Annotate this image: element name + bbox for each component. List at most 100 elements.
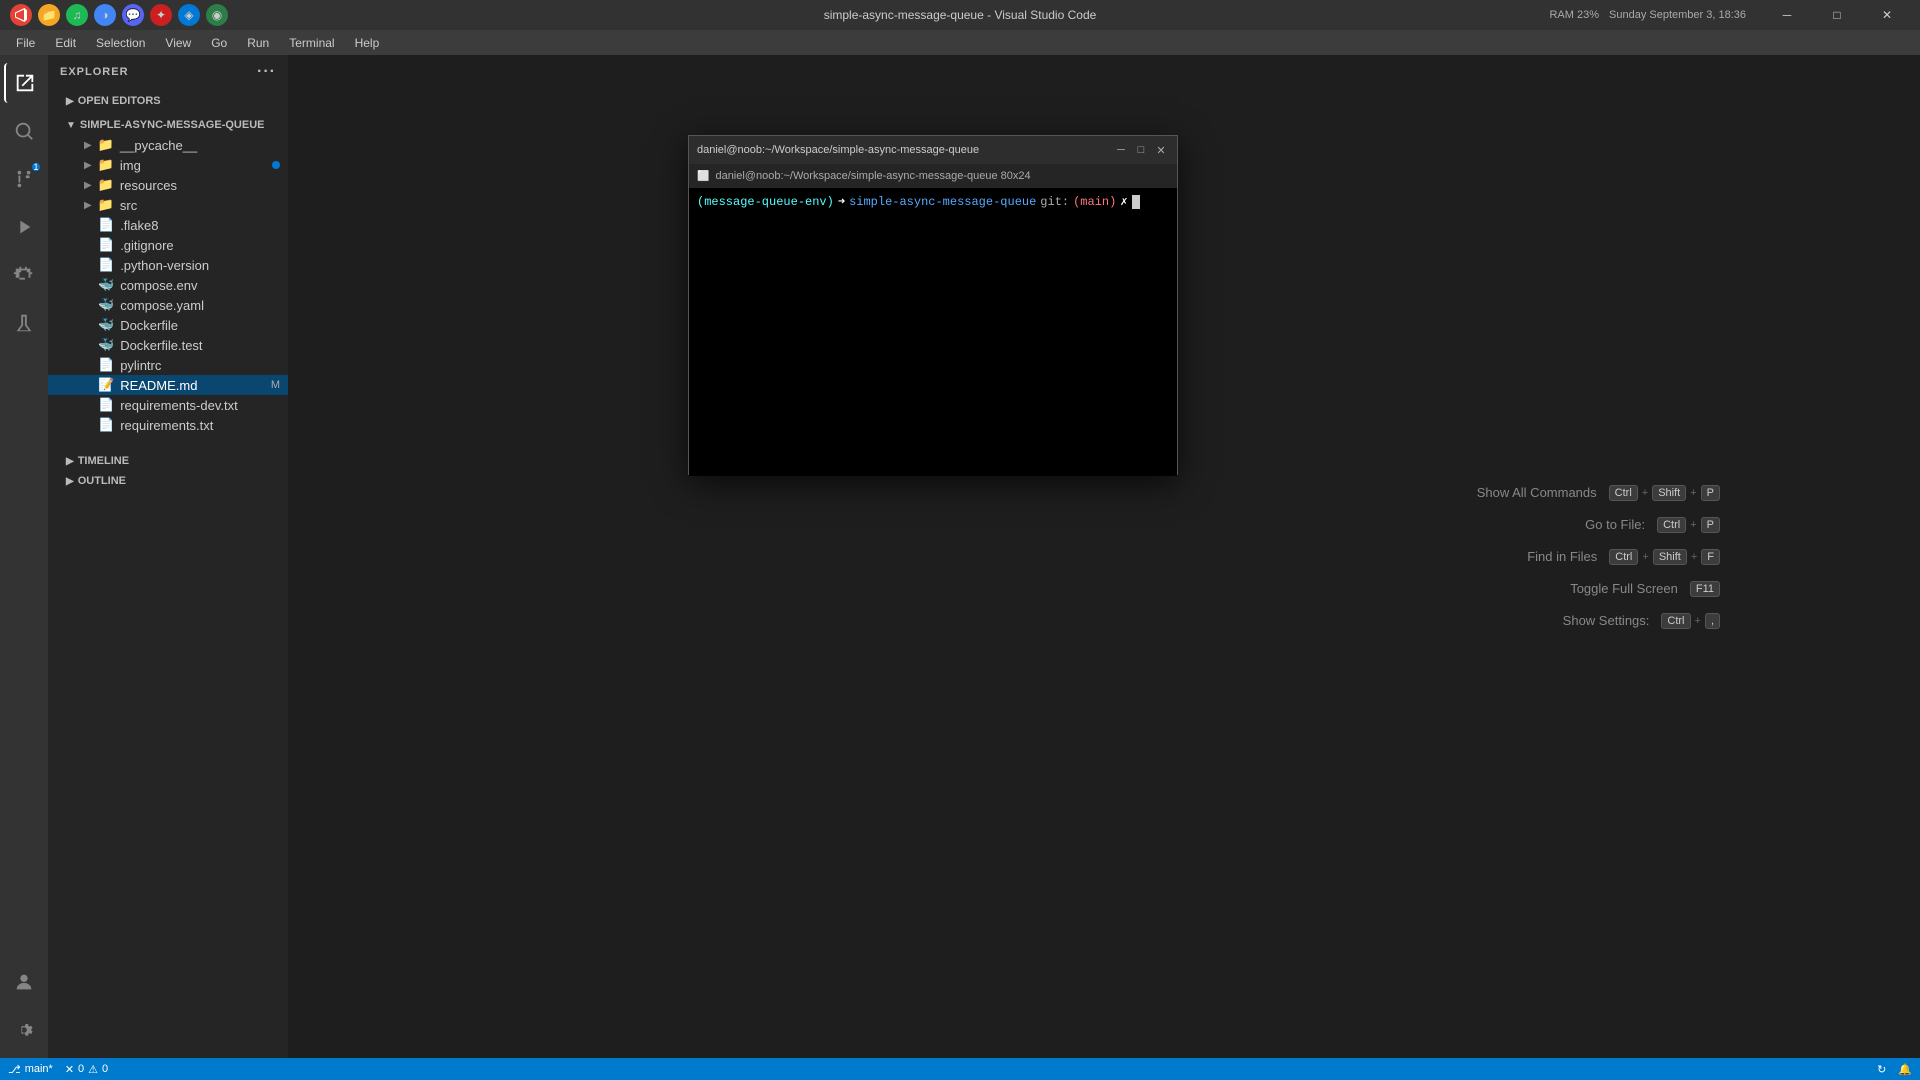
key-f11: F11: [1690, 581, 1720, 597]
file-icon: 📄: [98, 217, 114, 233]
activity-source-control[interactable]: 1: [4, 159, 44, 199]
shortcut-all-commands-label: Show All Commands: [1477, 485, 1597, 500]
key-plus: +: [1642, 487, 1648, 499]
vscode-taskbar-icon2[interactable]: ◈: [178, 4, 200, 26]
file-readme[interactable]: 📝 README.md M: [48, 375, 288, 395]
activity-bar: 1: [0, 55, 48, 1058]
shortcut-all-commands-keys: Ctrl + Shift + P: [1609, 485, 1720, 501]
red-taskbar-icon[interactable]: ✦: [150, 4, 172, 26]
activity-settings[interactable]: [4, 1010, 44, 1050]
file-icon: 📝: [98, 377, 114, 393]
img-badge: [272, 161, 280, 169]
folder-src-label: src: [120, 198, 137, 213]
file-python-version[interactable]: 📄 .python-version: [48, 255, 288, 275]
modified-badge: M: [271, 379, 280, 391]
chevron-right-icon: ▶: [66, 476, 74, 487]
file-icon: 📄: [98, 397, 114, 413]
sync-icon: ↻: [1877, 1063, 1886, 1076]
folder-img[interactable]: ▶ 📁 img: [48, 155, 288, 175]
file-requirements-dev[interactable]: 📄 requirements-dev.txt: [48, 395, 288, 415]
file-compose-yaml[interactable]: 🐳 compose.yaml: [48, 295, 288, 315]
menu-run[interactable]: Run: [239, 34, 277, 52]
close-button[interactable]: ✕: [1864, 0, 1910, 30]
menu-selection[interactable]: Selection: [88, 34, 153, 52]
menu-terminal[interactable]: Terminal: [281, 34, 342, 52]
terminal-body[interactable]: (message-queue-env) ➜ simple-async-messa…: [689, 188, 1177, 476]
file-pylintrc[interactable]: 📄 pylintrc: [48, 355, 288, 375]
chevron-right-icon: ▶: [84, 180, 92, 191]
activity-extensions[interactable]: [4, 255, 44, 295]
terminal-git: git:: [1040, 195, 1069, 209]
terminal-minimize[interactable]: ─: [1113, 142, 1129, 158]
shortcut-fullscreen-label: Toggle Full Screen: [1570, 581, 1678, 596]
menu-view[interactable]: View: [157, 34, 199, 52]
activity-run-debug[interactable]: [4, 207, 44, 247]
minimize-button[interactable]: ─: [1764, 0, 1810, 30]
key-ctrl3: Ctrl: [1609, 549, 1638, 565]
open-editors-label: OPEN EDITORS: [78, 95, 161, 107]
activity-search[interactable]: [4, 111, 44, 151]
activity-explorer[interactable]: [4, 63, 44, 103]
activity-testing[interactable]: [4, 303, 44, 343]
folder-pycache-label: __pycache__: [120, 138, 197, 153]
menu-file[interactable]: File: [8, 34, 43, 52]
terminal-close[interactable]: ✕: [1153, 142, 1169, 158]
open-editors-section: ▶ OPEN EDITORS: [48, 89, 288, 113]
status-bell[interactable]: 🔔: [1898, 1063, 1912, 1076]
terminal-venv: (message-queue-env): [697, 195, 834, 209]
shortcut-find-files: Find in Files Ctrl + Shift + F: [1527, 549, 1720, 565]
file-dockerfile[interactable]: 🐳 Dockerfile: [48, 315, 288, 335]
folder-resources[interactable]: ▶ 📁 resources: [48, 175, 288, 195]
folder-pycache[interactable]: ▶ 📁 __pycache__: [48, 135, 288, 155]
terminal-dir: simple-async-message-queue: [849, 195, 1036, 209]
terminal-prompt: (message-queue-env) ➜ simple-async-messa…: [697, 194, 1169, 209]
warning-icon: ⚠: [88, 1063, 98, 1076]
file-icon: 📄: [98, 257, 114, 273]
terminal-resize[interactable]: □: [1133, 142, 1149, 158]
file-flake8-label: .flake8: [120, 218, 158, 233]
file-dockerfile-test[interactable]: 🐳 Dockerfile.test: [48, 335, 288, 355]
files-taskbar-icon[interactable]: 📁: [38, 4, 60, 26]
file-gitignore[interactable]: 📄 .gitignore: [48, 235, 288, 255]
status-sync[interactable]: ↻: [1877, 1063, 1886, 1076]
open-editors-toggle[interactable]: ▶ OPEN EDITORS: [48, 91, 288, 111]
outline-toggle[interactable]: ▶ OUTLINE: [48, 471, 288, 491]
activity-accounts[interactable]: [4, 962, 44, 1002]
file-flake8[interactable]: 📄 .flake8: [48, 215, 288, 235]
key-plus6: +: [1695, 615, 1701, 627]
file-python-version-label: .python-version: [120, 258, 209, 273]
vscode-taskbar-icon[interactable]: [10, 4, 32, 26]
key-ctrl2: Ctrl: [1657, 517, 1686, 533]
shortcut-settings-keys: Ctrl + ,: [1661, 613, 1720, 629]
discord-taskbar-icon[interactable]: 💬: [122, 4, 144, 26]
sidebar-more[interactable]: ···: [257, 63, 276, 81]
file-compose-env[interactable]: 🐳 compose.env: [48, 275, 288, 295]
chrome-taskbar-icon[interactable]: ◑: [94, 4, 116, 26]
file-dockerfile-label: Dockerfile: [120, 318, 178, 333]
folder-icon: 📁: [98, 157, 114, 173]
folder-src[interactable]: ▶ 📁 src: [48, 195, 288, 215]
shortcut-all-commands: Show All Commands Ctrl + Shift + P: [1477, 485, 1720, 501]
menu-go[interactable]: Go: [203, 34, 235, 52]
spotify-taskbar-icon[interactable]: ♫: [66, 4, 88, 26]
menu-help[interactable]: Help: [347, 34, 388, 52]
file-readme-label: README.md: [120, 378, 197, 393]
status-branch[interactable]: ⎇ main*: [8, 1063, 53, 1076]
menu-edit[interactable]: Edit: [47, 34, 84, 52]
file-icon: 📄: [98, 417, 114, 433]
timeline-toggle[interactable]: ▶ TIMELINE: [48, 451, 288, 471]
datetime: Sunday September 3, 18:36: [1609, 9, 1746, 21]
file-icon: 🐳: [98, 297, 114, 313]
main-layout: 1 EXPLORER ··· ▶ OPEN EDITO: [0, 55, 1920, 1058]
status-errors[interactable]: ✕ 0 ⚠ 0: [65, 1063, 108, 1076]
maximize-button[interactable]: □: [1814, 0, 1860, 30]
file-gitignore-label: .gitignore: [120, 238, 173, 253]
file-icon: 📄: [98, 357, 114, 373]
file-requirements[interactable]: 📄 requirements.txt: [48, 415, 288, 435]
project-toggle[interactable]: ▼ SIMPLE-ASYNC-MESSAGE-QUEUE: [48, 115, 288, 135]
folder-icon: 📁: [98, 137, 114, 153]
green-taskbar-icon[interactable]: ◉: [206, 4, 228, 26]
window-title: simple-async-message-queue - Visual Stud…: [824, 8, 1097, 22]
terminal-window[interactable]: daniel@noob:~/Workspace/simple-async-mes…: [688, 135, 1178, 475]
key-plus2: +: [1690, 487, 1696, 499]
